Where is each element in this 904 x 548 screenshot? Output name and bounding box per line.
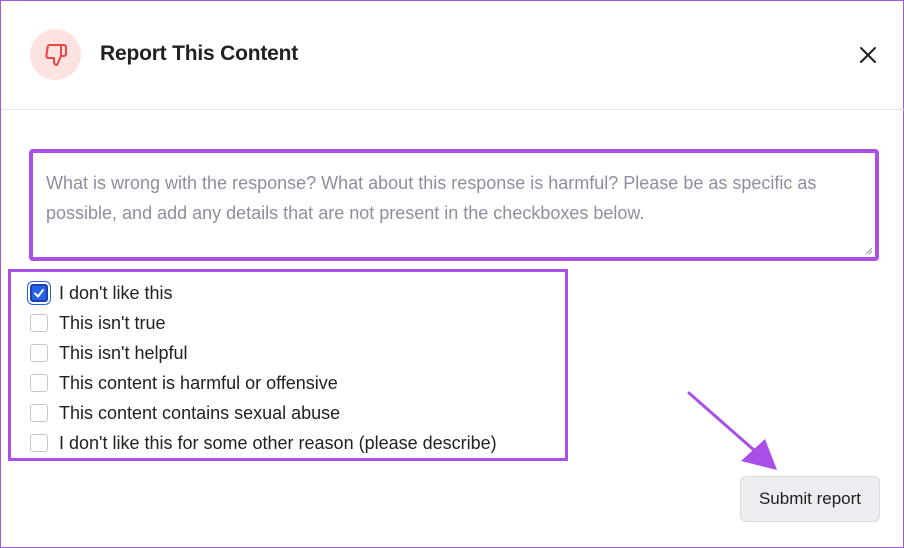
checkbox-not-true[interactable] [30, 314, 48, 332]
reason-checklist: I don't like this This isn't true This i… [8, 269, 568, 461]
option-other-reason[interactable]: I don't like this for some other reason … [30, 431, 497, 455]
checkmark-icon [34, 289, 44, 298]
report-dialog: Report This Content I don't like this [0, 0, 904, 548]
option-label: I don't like this [59, 282, 173, 303]
annotation-arrow-icon [687, 391, 777, 470]
option-harmful[interactable]: This content is harmful or offensive [30, 371, 338, 395]
thumbs-down-icon-badge [30, 29, 81, 80]
resize-grip-icon[interactable] [865, 247, 873, 255]
submit-report-button[interactable]: Submit report [740, 476, 880, 522]
option-label: This isn't true [59, 312, 166, 333]
checkbox-harmful[interactable] [30, 374, 48, 392]
option-dont-like[interactable]: I don't like this [30, 281, 173, 305]
dialog-title: Report This Content [100, 42, 299, 65]
feedback-textarea[interactable] [33, 153, 875, 257]
option-not-helpful[interactable]: This isn't helpful [30, 341, 188, 365]
option-label: I don't like this for some other reason … [59, 432, 497, 453]
dialog-header: Report This Content [2, 2, 904, 110]
close-button[interactable] [855, 42, 881, 68]
option-label: This isn't helpful [59, 342, 188, 363]
option-label: This content is harmful or offensive [59, 372, 338, 393]
feedback-field-highlight [29, 149, 879, 261]
option-label: This content contains sexual abuse [59, 402, 341, 423]
thumbs-down-icon [44, 43, 67, 66]
checkbox-dont-like[interactable] [30, 284, 48, 302]
option-sexual-abuse[interactable]: This content contains sexual abuse [30, 401, 340, 425]
checkbox-not-helpful[interactable] [30, 344, 48, 362]
option-not-true[interactable]: This isn't true [30, 311, 165, 335]
close-icon [860, 47, 876, 63]
checkbox-other-reason[interactable] [30, 434, 48, 452]
checkbox-sexual-abuse[interactable] [30, 404, 48, 422]
